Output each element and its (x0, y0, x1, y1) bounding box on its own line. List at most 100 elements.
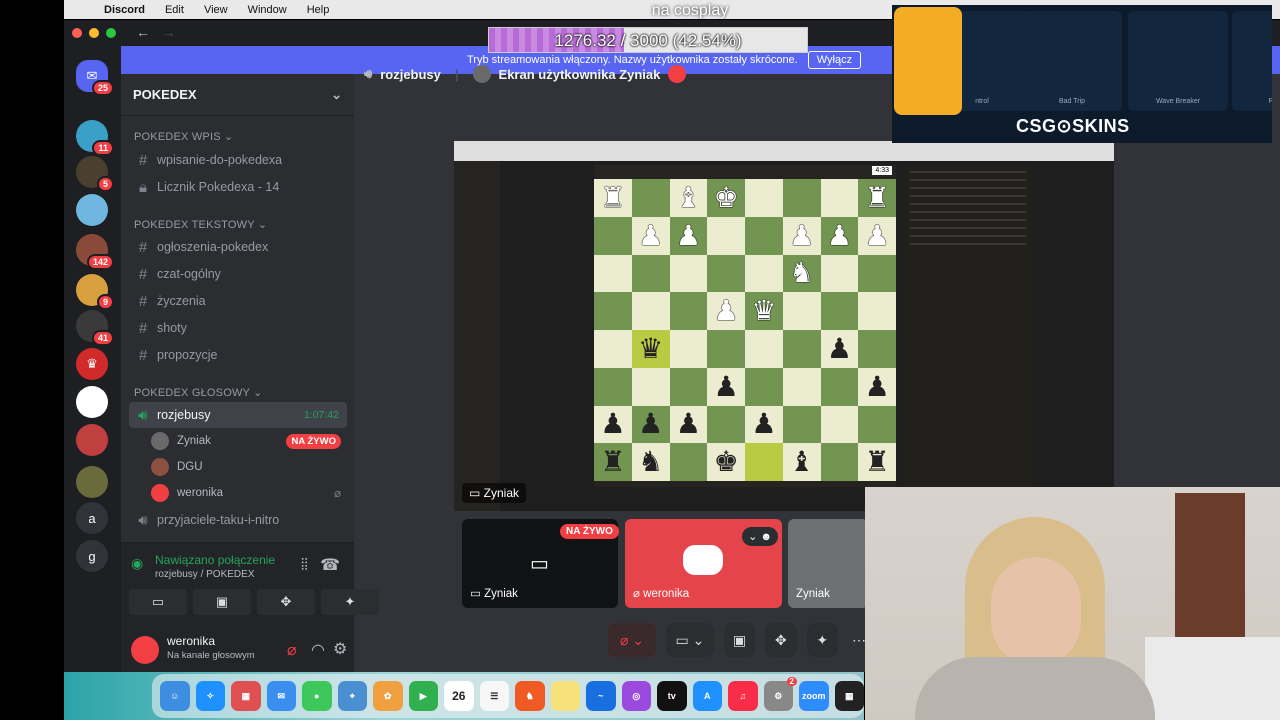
chess-square[interactable] (631, 254, 670, 293)
chess-square[interactable] (820, 292, 859, 330)
black-pawn-icon[interactable]: ♟ (751, 410, 776, 438)
chess-square[interactable] (782, 179, 821, 217)
chess-square[interactable] (707, 254, 745, 293)
chess-square[interactable] (594, 367, 632, 406)
noise-suppression-icon[interactable]: ⦙⦙ (301, 557, 308, 575)
chess-square[interactable]: ♛ (631, 330, 670, 368)
server-icon[interactable] (76, 424, 108, 456)
white-queen-icon[interactable]: ♛ (751, 297, 776, 325)
black-bishop-icon[interactable]: ♝ (789, 448, 814, 476)
chess-square[interactable]: ♝ (669, 179, 708, 217)
server-icon[interactable]: 142 (76, 234, 114, 270)
black-rook-icon[interactable]: ♜ (865, 448, 890, 476)
channel-ogloszenia[interactable]: # ogłoszenia-pokedex (129, 234, 347, 260)
podcasts-icon[interactable]: ◎ (621, 681, 651, 711)
white-pawn-icon[interactable]: ♟ (865, 221, 890, 250)
camera-off-button[interactable]: ▭ (129, 589, 187, 615)
chess-square[interactable]: ♜ (858, 443, 896, 481)
category-tekstowy[interactable]: POKEDEX Tekstowy ⌄ (134, 218, 267, 231)
participant-tile-weronika[interactable]: ⌀ weronika ⌄ ☻ (625, 519, 782, 608)
safari-icon[interactable]: ✧ (195, 681, 225, 711)
black-king-icon[interactable]: ♚ (714, 448, 739, 476)
server-icon[interactable]: 41 (76, 310, 114, 346)
chess-square[interactable] (669, 292, 708, 330)
black-pawn-icon[interactable]: ♟ (638, 410, 663, 438)
chess-square[interactable]: ♟ (858, 216, 896, 255)
chess-square[interactable]: ♟ (820, 330, 859, 368)
gear-icon[interactable]: ⚙ (333, 639, 347, 659)
server-icon[interactable]: a (76, 502, 108, 534)
chess-square[interactable]: ♟ (858, 367, 896, 406)
black-pawn-icon[interactable]: ♟ (714, 372, 739, 401)
server-icon[interactable]: ✉ 25 (76, 60, 114, 96)
chess-square[interactable]: ♜ (858, 179, 896, 217)
chess-square[interactable]: ♞ (782, 254, 821, 293)
chess-square[interactable] (594, 330, 632, 368)
notes-icon[interactable] (550, 681, 580, 711)
chess-square[interactable] (820, 367, 859, 406)
server-icon[interactable] (76, 386, 108, 418)
server-icon[interactable]: 9 (76, 274, 114, 310)
mail-icon[interactable]: ✉ (266, 681, 296, 711)
channel-wpisanie[interactable]: # wpisanie-do-pokedexa (129, 147, 347, 173)
server-icon[interactable] (76, 466, 108, 498)
chess-square[interactable]: ♛ (745, 292, 783, 330)
chess-square[interactable] (820, 179, 859, 217)
signal-icon[interactable]: ◉ (131, 555, 143, 572)
freeform-icon[interactable]: ~ (586, 681, 616, 711)
reminders-icon[interactable]: ☰ (479, 681, 509, 711)
soundboard-button[interactable]: ✦ (806, 623, 838, 657)
launchpad-icon[interactable]: ▦ (231, 681, 261, 711)
chess-square[interactable] (820, 254, 859, 293)
menu-edit[interactable]: Edit (165, 4, 184, 16)
camera-button[interactable]: ▭ ⌄ (665, 623, 714, 657)
menu-view[interactable]: View (204, 4, 228, 16)
chess-square[interactable] (858, 292, 896, 330)
voice-user-weronika[interactable]: weronika ⌀ (151, 481, 347, 505)
chess-square[interactable] (631, 179, 670, 217)
disconnect-icon[interactable]: ☎︎ (320, 555, 340, 575)
chess-square[interactable]: ♜ (594, 443, 632, 481)
chess-square[interactable] (669, 330, 708, 368)
user-name[interactable]: weronika (167, 634, 215, 648)
music-icon[interactable]: ♫ (728, 681, 758, 711)
server-icon[interactable]: ♛ (76, 348, 108, 380)
chess-square[interactable] (594, 292, 632, 330)
facetime-icon[interactable]: ▶ (408, 681, 438, 711)
voice-channel-przyjaciele[interactable]: 🔊︎ przyjaciele-taku-i-nitro (129, 507, 347, 533)
chess-square[interactable] (594, 254, 632, 293)
chess-square[interactable] (858, 405, 896, 444)
server-icon[interactable]: g (76, 540, 108, 572)
chess-square[interactable] (858, 330, 896, 368)
chess-square[interactable] (782, 292, 821, 330)
chess-square[interactable]: ♟ (631, 405, 670, 444)
chess-square[interactable]: ♟ (631, 216, 670, 255)
chess-square[interactable] (782, 367, 821, 406)
screen-share-button[interactable]: ▣ (193, 589, 251, 615)
chess-square[interactable] (707, 405, 745, 444)
black-rook-icon[interactable]: ♜ (600, 448, 625, 476)
black-pawn-icon[interactable]: ♟ (676, 410, 701, 438)
server-icon[interactable]: 5 (76, 156, 114, 192)
channel-licznik[interactable]: 🔒︎ Licznik Pokedexa - 14 (129, 174, 347, 200)
back-arrow-icon[interactable]: ← (136, 24, 150, 40)
black-pawn-icon[interactable]: ♟ (865, 372, 890, 401)
chess-square[interactable] (820, 405, 859, 444)
server-icon[interactable]: 11 (76, 120, 114, 156)
voice-user-zyniak[interactable]: Zyniak NA ŻYWO (151, 429, 347, 453)
settings-icon[interactable]: ⚙ 2 (763, 677, 797, 711)
chess-square[interactable] (707, 330, 745, 368)
photos-icon[interactable]: ✿ (373, 681, 403, 711)
black-pawn-icon[interactable]: ♟ (827, 334, 852, 363)
server-icon[interactable] (76, 194, 108, 226)
chess-square[interactable]: ♜ (594, 179, 632, 217)
maps-icon[interactable]: ⌖ (337, 681, 367, 711)
black-knight-icon[interactable]: ♞ (638, 448, 663, 476)
chess-square[interactable]: ♚ (707, 443, 745, 481)
avatar[interactable] (131, 636, 159, 664)
chess-square[interactable] (594, 216, 632, 255)
voice-user-dgu[interactable]: DGU (151, 455, 347, 479)
chess-square[interactable] (745, 330, 783, 368)
chess-square[interactable] (782, 330, 821, 368)
chess-board[interactable]: ♜ ♝ ♚ ♜ ♟ ♟ ♟ ♟ ♟ ♞ ♟ ♛ ♛ ♟ ♟ ♟ ♟ ♟ ♟ ♟ ♜ ♞ ♚ ♝ ♜ (594, 179, 896, 481)
